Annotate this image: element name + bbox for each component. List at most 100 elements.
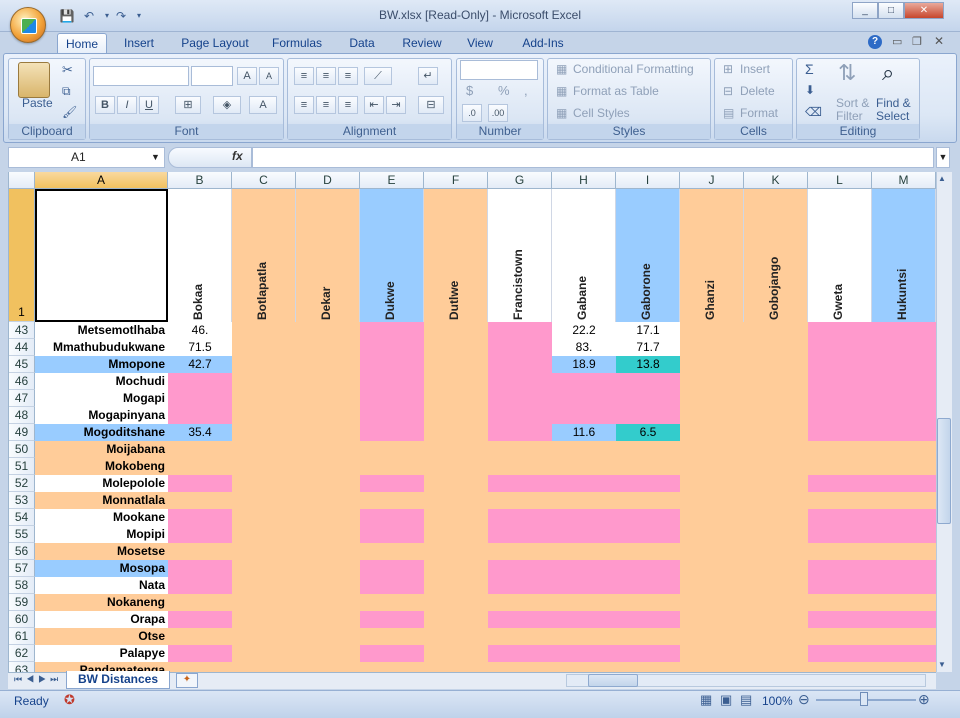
data-cell[interactable] xyxy=(680,441,744,458)
data-cell[interactable] xyxy=(808,458,872,475)
data-cell[interactable] xyxy=(296,611,360,628)
data-cell[interactable] xyxy=(872,543,936,560)
data-cell[interactable] xyxy=(872,407,936,424)
data-cell[interactable] xyxy=(360,543,424,560)
row-header[interactable]: 62 xyxy=(9,645,35,662)
data-cell[interactable] xyxy=(360,560,424,577)
data-cell[interactable] xyxy=(744,390,808,407)
data-cell[interactable] xyxy=(552,577,616,594)
data-cell[interactable] xyxy=(616,526,680,543)
data-cell[interactable] xyxy=(168,509,232,526)
data-cell[interactable] xyxy=(744,356,808,373)
data-cell[interactable] xyxy=(488,526,552,543)
grow-font-icon[interactable]: A xyxy=(237,67,257,85)
worksheet-grid[interactable]: A B C D E F G H I J K L M 1 Bokaa Botlapatla Dekar Dukwe D… xyxy=(8,172,936,672)
sort-filter-button[interactable]: Sort & xyxy=(836,96,869,110)
data-cell[interactable]: 22.2 xyxy=(552,322,616,339)
data-cell[interactable] xyxy=(808,407,872,424)
column-header-h[interactable]: H xyxy=(552,172,616,189)
data-cell[interactable] xyxy=(488,373,552,390)
shrink-font-icon[interactable]: A xyxy=(259,67,279,85)
format-cells-button[interactable]: Format xyxy=(740,106,778,120)
page-break-view-icon[interactable]: ▤ xyxy=(740,692,752,708)
data-cell[interactable] xyxy=(296,543,360,560)
data-cell[interactable] xyxy=(232,390,296,407)
row-header[interactable]: 52 xyxy=(9,475,35,492)
data-cell[interactable] xyxy=(872,611,936,628)
data-cell[interactable] xyxy=(488,356,552,373)
row-header[interactable]: 58 xyxy=(9,577,35,594)
row-header[interactable]: 50 xyxy=(9,441,35,458)
data-cell[interactable] xyxy=(424,577,488,594)
data-cell[interactable] xyxy=(552,458,616,475)
data-cell[interactable] xyxy=(168,526,232,543)
data-cell[interactable] xyxy=(296,322,360,339)
data-cell[interactable]: 71.7 xyxy=(616,339,680,356)
data-cell[interactable] xyxy=(808,560,872,577)
data-cell[interactable] xyxy=(232,373,296,390)
data-cell[interactable] xyxy=(872,645,936,662)
data-cell[interactable] xyxy=(296,424,360,441)
data-cell[interactable] xyxy=(232,560,296,577)
data-cell[interactable] xyxy=(872,594,936,611)
data-cell[interactable] xyxy=(424,441,488,458)
data-cell[interactable] xyxy=(552,560,616,577)
data-cell[interactable] xyxy=(680,560,744,577)
row-header[interactable]: 61 xyxy=(9,628,35,645)
data-cell[interactable]: 11.6 xyxy=(552,424,616,441)
data-cell[interactable] xyxy=(168,662,232,672)
row-header[interactable]: 56 xyxy=(9,543,35,560)
data-cell[interactable] xyxy=(616,662,680,672)
data-cell[interactable] xyxy=(680,611,744,628)
data-cell[interactable] xyxy=(808,594,872,611)
align-right-icon[interactable]: ≡ xyxy=(338,96,358,114)
merge-center-icon[interactable]: ⊟ xyxy=(418,96,444,114)
font-size-box[interactable] xyxy=(191,66,233,86)
data-cell[interactable] xyxy=(168,628,232,645)
data-cell[interactable] xyxy=(232,492,296,509)
data-cell[interactable] xyxy=(744,492,808,509)
data-cell[interactable] xyxy=(488,645,552,662)
data-cell[interactable] xyxy=(488,407,552,424)
row-header[interactable]: 43 xyxy=(9,322,35,339)
sheet-nav-icons[interactable]: ⏮◀▶⏭ xyxy=(14,674,62,685)
undo-icon[interactable]: ↶ xyxy=(80,7,98,25)
row-header[interactable]: 46 xyxy=(9,373,35,390)
row-header[interactable]: 51 xyxy=(9,458,35,475)
data-cell[interactable] xyxy=(296,526,360,543)
data-cell[interactable] xyxy=(744,628,808,645)
data-cell[interactable] xyxy=(552,492,616,509)
data-cell[interactable] xyxy=(296,475,360,492)
data-cell[interactable] xyxy=(744,560,808,577)
data-cell[interactable] xyxy=(424,662,488,672)
data-cell[interactable] xyxy=(232,611,296,628)
data-cell[interactable] xyxy=(616,577,680,594)
decrease-decimal-icon[interactable]: .00 xyxy=(488,104,508,122)
data-cell[interactable] xyxy=(232,339,296,356)
decrease-indent-icon[interactable]: ⇤ xyxy=(364,96,384,114)
data-cell[interactable] xyxy=(296,373,360,390)
data-cell[interactable] xyxy=(232,322,296,339)
data-cell[interactable] xyxy=(552,475,616,492)
data-cell[interactable] xyxy=(168,458,232,475)
vertical-scroll-thumb[interactable] xyxy=(937,418,951,524)
maximize-button[interactable]: □ xyxy=(878,2,904,19)
data-cell[interactable] xyxy=(616,441,680,458)
data-cell[interactable] xyxy=(744,322,808,339)
data-cell[interactable] xyxy=(872,560,936,577)
bold-button[interactable]: B xyxy=(95,96,115,114)
data-cell[interactable] xyxy=(360,492,424,509)
data-cell[interactable] xyxy=(552,543,616,560)
zoom-in-icon[interactable]: ⊕ xyxy=(918,691,930,708)
data-cell[interactable] xyxy=(488,322,552,339)
data-cell[interactable] xyxy=(680,373,744,390)
column-header-c[interactable]: C xyxy=(232,172,296,189)
data-cell[interactable] xyxy=(680,424,744,441)
data-cell[interactable] xyxy=(808,373,872,390)
data-cell[interactable] xyxy=(808,322,872,339)
clear-icon[interactable]: ⌫ xyxy=(805,105,822,119)
data-cell[interactable] xyxy=(552,662,616,672)
tab-page-layout[interactable]: Page Layout xyxy=(176,33,254,54)
data-cell[interactable] xyxy=(552,611,616,628)
data-cell[interactable] xyxy=(744,543,808,560)
